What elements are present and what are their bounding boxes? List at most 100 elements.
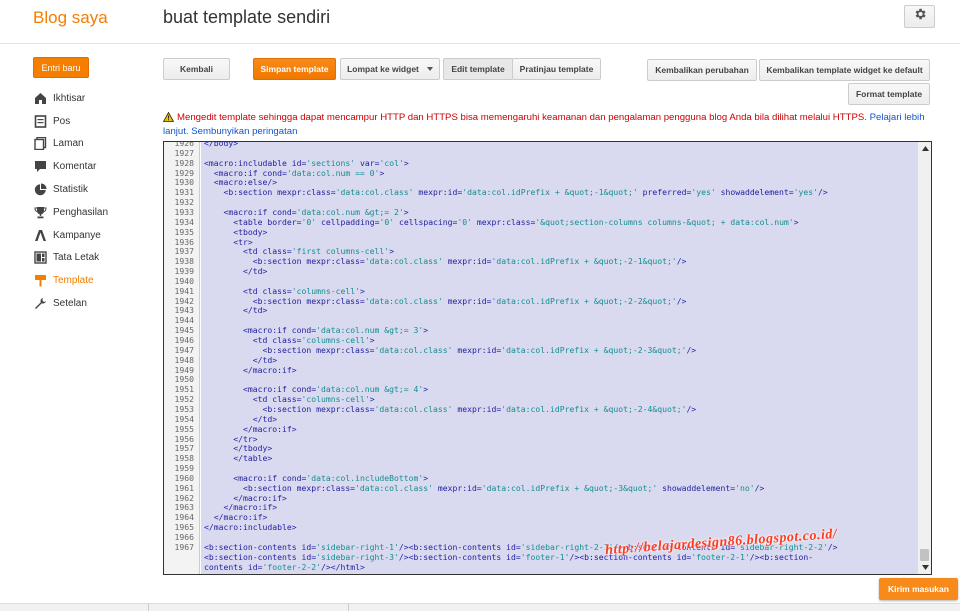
code-line[interactable]: </td>	[204, 414, 277, 424]
code-line-text: </macro:if>	[204, 364, 297, 375]
line-number: 1953	[174, 403, 195, 414]
code-line[interactable]: <table border='0' cellpadding='0' cellsp…	[204, 216, 799, 227]
sidebar-item-penghasilan[interactable]: Penghasilan	[33, 201, 153, 224]
code-line[interactable]: <b:section-contents id='sidebar-right-3'…	[204, 552, 813, 562]
sidebar-item-laman[interactable]: Laman	[33, 133, 153, 156]
save-template-button[interactable]: Simpan template	[253, 58, 336, 80]
layout-icon	[33, 251, 47, 265]
edit-template-button[interactable]: Edit template	[443, 58, 513, 80]
revert-widgets-button[interactable]: Kembalikan template widget ke default	[759, 59, 930, 81]
code-line[interactable]: </td>	[204, 266, 267, 276]
line-number: 1928	[174, 157, 195, 168]
code-line[interactable]: <macro:if cond='data:col.num &gt;= 4'>	[204, 384, 428, 394]
code-line[interactable]: <macro:if cond='data:col.num &gt;= 2'>	[204, 207, 408, 217]
line-number: 1961	[174, 482, 195, 493]
back-button[interactable]: Kembali	[163, 58, 230, 80]
code-line[interactable]: </tr>	[204, 434, 257, 444]
stats-icon	[33, 183, 47, 197]
line-number: 1965	[174, 522, 195, 533]
line-number: 1938	[174, 256, 195, 267]
code-line[interactable]: <b:section mexpr:class='data:col.class' …	[204, 296, 687, 306]
code-line[interactable]: <b:section mexpr:class='data:col.class' …	[204, 345, 696, 355]
revert-changes-button[interactable]: Kembalikan perubahan	[647, 59, 757, 81]
code-line[interactable]: <b:section mexpr:class='data:col.class' …	[204, 187, 827, 197]
line-number: 1964	[174, 512, 195, 523]
app-header: Blog saya buat template sendiri	[0, 0, 960, 44]
line-number: 1942	[174, 295, 195, 306]
scroll-down-icon[interactable]	[918, 561, 931, 574]
code-line[interactable]: </tbody>	[204, 443, 272, 453]
sidebar-item-komentar[interactable]: Komentar	[33, 155, 153, 178]
line-number: 1949	[174, 364, 195, 375]
gear-icon	[913, 7, 927, 26]
code-line[interactable]: </body>	[204, 142, 238, 148]
code-line[interactable]: <td class='first columns-cell'>	[204, 246, 394, 256]
jump-to-widget-dropdown[interactable]: Lompat ke widget	[340, 58, 440, 80]
https-warning: Mengedit template sehingga dapat mencamp…	[162, 111, 933, 138]
editor-scrollbar[interactable]	[917, 142, 931, 574]
code-line-text: <macro:if cond='data:col.num &gt;= 4'>	[204, 384, 429, 395]
code-line[interactable]: <b:section mexpr:class='data:col.class' …	[204, 404, 696, 414]
sidebar-item-statistik[interactable]: Statistik	[33, 178, 153, 201]
sidebar-item-label: Pos	[53, 115, 71, 127]
code-line[interactable]: <tbody>	[204, 227, 267, 237]
code-line[interactable]: </macro:if>	[204, 493, 287, 503]
line-number: 1936	[174, 236, 195, 247]
sidebar-item-template[interactable]: Template	[33, 269, 153, 292]
warning-icon	[162, 111, 175, 126]
scroll-up-icon[interactable]	[918, 142, 931, 155]
line-number: 1932	[174, 197, 195, 208]
settings-button[interactable]	[904, 5, 935, 28]
code-line[interactable]: <macro:else/>	[204, 177, 277, 187]
code-line-text: <td class='columns-cell'>	[204, 335, 375, 345]
line-number: 1933	[174, 206, 195, 217]
code-line[interactable]: </macro:if>	[204, 512, 268, 523]
line-number: 1930	[174, 177, 195, 188]
sidebar-item-tata-letak[interactable]: Tata Letak	[33, 247, 153, 270]
line-number	[164, 562, 194, 572]
code-line[interactable]: </macro:includable>	[204, 522, 297, 532]
scroll-thumb[interactable]	[920, 549, 929, 561]
line-number: 1956	[174, 433, 195, 444]
code-line[interactable]: <b:section mexpr:class='data:col.class' …	[204, 483, 764, 493]
code-line[interactable]: <macro:if cond='data:col.includeBottom'>	[204, 473, 428, 483]
code-line[interactable]: <td class='columns-cell'>	[204, 286, 365, 296]
code-line-text: </macro:if>	[204, 512, 268, 523]
sidebar-item-setelan[interactable]: Setelan	[33, 292, 153, 315]
sidebar-item-kampanye[interactable]: Kampanye	[33, 224, 153, 247]
hide-warning-link[interactable]: Sembunyikan peringatan	[191, 126, 297, 137]
code-line[interactable]: <macro:includable id='sections' var='col…	[204, 158, 409, 168]
line-number: 1951	[174, 384, 195, 395]
code-line-text: <table border='0' cellpadding='0' cellsp…	[204, 216, 799, 227]
code-line[interactable]: </macro:if>	[204, 424, 297, 434]
code-line[interactable]: </macro:if>	[204, 365, 297, 375]
brand-logo[interactable]: Blog saya	[33, 8, 108, 28]
footer-bar	[0, 603, 960, 611]
code-line[interactable]: <b:section mexpr:class='data:col.class' …	[204, 256, 687, 266]
code-line-text: </macro:if>	[204, 492, 287, 503]
code-line[interactable]: contents id='footer-2-2'/></html>	[204, 562, 365, 572]
code-line[interactable]: </macro:if>	[204, 502, 277, 512]
sidebar-item-ikhtisar[interactable]: Ikhtisar	[33, 87, 153, 110]
overview-icon	[33, 91, 47, 105]
template-code-editor[interactable]: 1926 1927 1928 1929 1930 1931 1932 1933 1934 1935…	[163, 141, 932, 575]
format-template-button[interactable]: Format template	[848, 83, 930, 105]
sidebar-item-label: Template	[53, 275, 94, 287]
new-post-button[interactable]: Entri baru	[33, 57, 89, 78]
code-line[interactable]: <td class='columns-cell'>	[204, 394, 375, 404]
code-area[interactable]: </body> <macro:includable id='sections' v…	[201, 142, 918, 574]
send-feedback-button[interactable]: Kirim masukan	[879, 578, 958, 600]
code-line[interactable]: </td>	[204, 305, 267, 315]
code-line[interactable]: <macro:if cond='data:col.num == 0'>	[204, 168, 385, 178]
line-number: 1966	[174, 532, 195, 542]
sidebar-item-pos[interactable]: Pos	[33, 110, 153, 133]
preview-template-button[interactable]: Pratinjau template	[512, 58, 601, 80]
code-line[interactable]: </td>	[204, 355, 277, 365]
code-line[interactable]: <macro:if cond='data:col.num &gt;= 3'>	[204, 325, 428, 335]
code-line-text: contents id='footer-2-2'/></html>	[204, 561, 365, 572]
code-line[interactable]: <tr>	[204, 237, 253, 247]
code-line[interactable]: </table>	[204, 453, 272, 463]
code-line-text: <b:section mexpr:class='data:col.class' …	[204, 403, 697, 414]
footer-divider	[148, 603, 149, 611]
code-line[interactable]: <td class='columns-cell'>	[204, 335, 375, 345]
